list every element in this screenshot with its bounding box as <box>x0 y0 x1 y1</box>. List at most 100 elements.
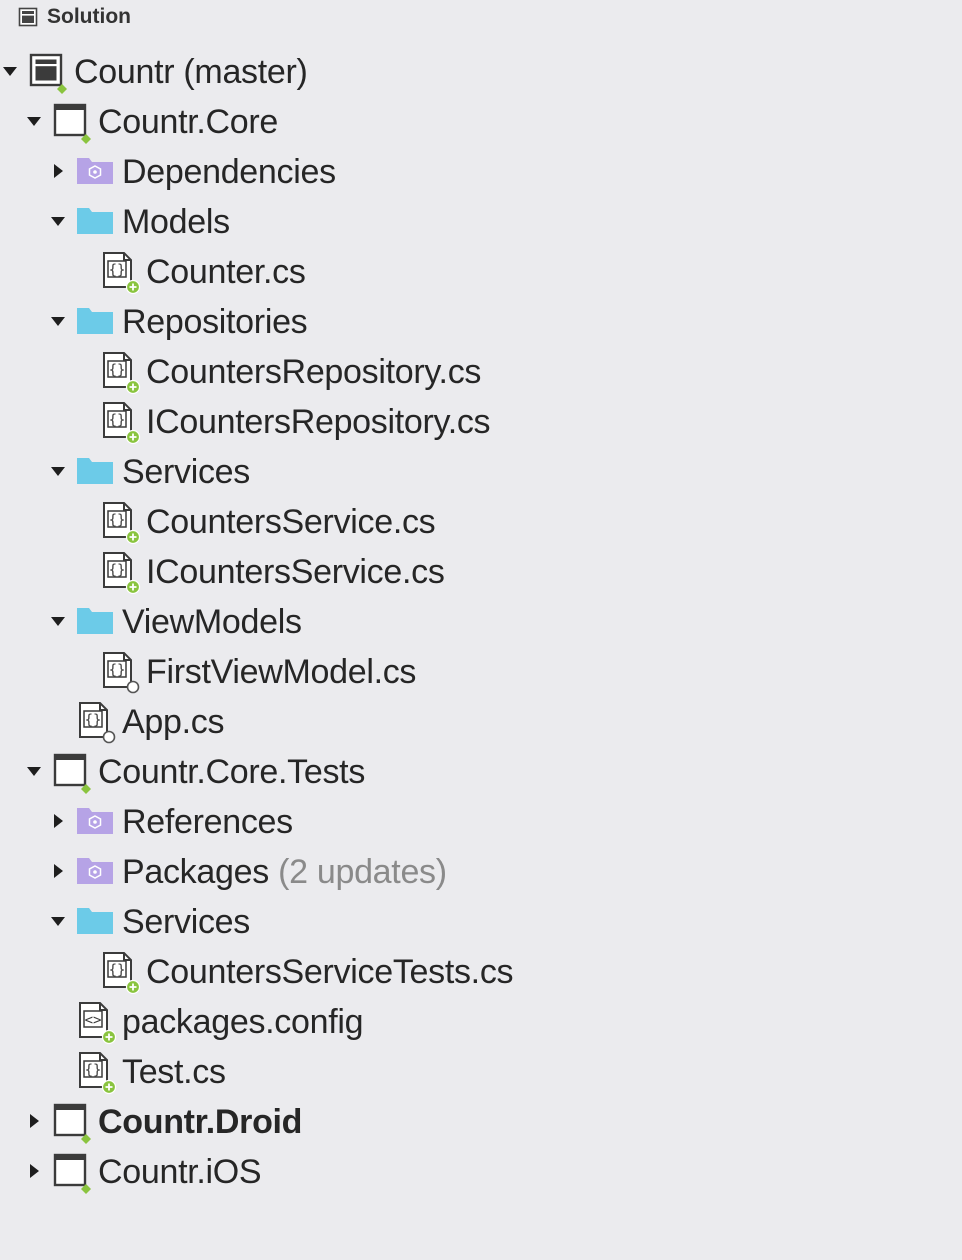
node-name: References <box>122 803 293 841</box>
node-name: Services <box>122 903 250 941</box>
project-icon <box>52 1152 92 1194</box>
tree-node-tests-packages[interactable]: Packages (2 updates) <box>0 846 962 896</box>
tree-node-core-viewmodels[interactable]: ViewModels <box>0 596 962 646</box>
chevron-down-icon[interactable] <box>48 611 68 631</box>
node-name: Countr.Core.Tests <box>98 753 366 791</box>
folder-icon <box>76 902 116 942</box>
folder-icon <box>76 302 116 342</box>
tree-node-label: Countr.Core <box>98 100 278 144</box>
node-name: Countr.Core <box>98 103 279 141</box>
tree-node-label: Models <box>122 200 230 244</box>
tree-node-tests-services[interactable]: Services <box>0 896 962 946</box>
tree-node-label: Test.cs <box>122 1050 226 1094</box>
svg-text:{}: {} <box>85 713 102 729</box>
node-name: Services <box>122 453 250 491</box>
special-folder-icon <box>76 152 116 192</box>
svg-text:{}: {} <box>109 563 126 579</box>
tree-node-label: ICountersService.cs <box>146 550 445 594</box>
chevron-down-icon[interactable] <box>48 911 68 931</box>
node-name: Counter.cs <box>146 253 306 291</box>
tree-node-firstviewmodel-cs[interactable]: {} FirstViewModel.cs <box>0 646 962 696</box>
project-icon <box>52 1102 92 1144</box>
special-folder-icon <box>76 802 116 842</box>
tree-node-counter-cs[interactable]: {} Counter.cs <box>0 246 962 296</box>
tree-node-test-cs[interactable]: {} Test.cs <box>0 1046 962 1096</box>
node-name: ICountersRepository.cs <box>146 403 491 441</box>
csharp-file-icon: {} <box>100 400 141 445</box>
tree-node-label: Services <box>122 450 250 494</box>
csharp-file-icon: {} <box>76 700 116 744</box>
chevron-down-icon[interactable] <box>24 111 44 131</box>
chevron-down-icon[interactable] <box>48 461 68 481</box>
special-folder-icon <box>76 852 116 892</box>
project-icon <box>52 752 92 794</box>
tree-node-core-repositories[interactable]: Repositories <box>0 296 962 346</box>
chevron-right-icon[interactable] <box>48 861 68 881</box>
chevron-down-icon[interactable] <box>48 311 68 331</box>
tree-node-label: packages.config <box>122 1000 364 1044</box>
tree-node-countr-droid[interactable]: Countr.Droid <box>0 1096 962 1146</box>
folder-icon <box>76 202 116 242</box>
solution-pad-icon <box>18 7 38 27</box>
node-name: Dependencies <box>122 153 336 191</box>
tree-node-countersservice-cs[interactable]: {} CountersService.cs <box>0 496 962 546</box>
tree-node-countr-ios[interactable]: Countr.iOS <box>0 1146 962 1196</box>
tree-node-core-models[interactable]: Models <box>0 196 962 246</box>
tree-node-label: ViewModels <box>122 600 302 644</box>
csharp-file-icon: {} <box>100 650 140 694</box>
solution-tree: Countr (master) Countr.Core Dependencies Mo… <box>0 46 962 1196</box>
tree-node-label: Repositories <box>122 300 308 344</box>
svg-text:{}: {} <box>109 413 126 429</box>
node-name: CountersServiceTests.cs <box>146 953 514 991</box>
folder-icon <box>76 452 116 492</box>
node-name: Test.cs <box>122 1053 226 1091</box>
chevron-down-icon[interactable] <box>24 761 44 781</box>
tree-node-label: Counter.cs <box>146 250 306 294</box>
svg-text:{}: {} <box>109 263 126 279</box>
tree-node-label: App.cs <box>122 700 224 744</box>
svg-text:{}: {} <box>109 663 126 679</box>
csharp-file-icon: {} <box>100 550 141 595</box>
node-name: CountersRepository.cs <box>146 353 482 391</box>
tree-node-solution[interactable]: Countr (master) <box>0 46 962 96</box>
tree-node-label: ICountersRepository.cs <box>146 400 491 444</box>
tree-node-core-services[interactable]: Services <box>0 446 962 496</box>
node-name: packages.config <box>122 1003 364 1041</box>
chevron-right-icon[interactable] <box>48 811 68 831</box>
tree-node-app-cs[interactable]: {} App.cs <box>0 696 962 746</box>
chevron-down-icon[interactable] <box>48 211 68 231</box>
csharp-file-icon: {} <box>100 500 141 545</box>
node-name: ViewModels <box>122 603 302 641</box>
svg-text:{}: {} <box>109 963 126 979</box>
tree-node-label: Packages (2 updates) <box>122 850 447 894</box>
tree-node-label: References <box>122 800 293 844</box>
svg-text:{}: {} <box>85 1063 102 1079</box>
tree-node-countr-core-tests[interactable]: Countr.Core.Tests <box>0 746 962 796</box>
node-name: FirstViewModel.cs <box>146 653 417 691</box>
chevron-right-icon[interactable] <box>48 161 68 181</box>
chevron-right-icon[interactable] <box>24 1161 44 1181</box>
tree-node-countr-core[interactable]: Countr.Core <box>0 96 962 146</box>
csharp-file-icon: {} <box>100 350 141 395</box>
tree-node-icountersrepository-cs[interactable]: {} ICountersRepository.cs <box>0 396 962 446</box>
node-name: ICountersService.cs <box>146 553 445 591</box>
node-name: Repositories <box>122 303 308 341</box>
node-name: Packages <box>122 853 269 891</box>
chevron-right-icon[interactable] <box>24 1111 44 1131</box>
tree-node-tests-references[interactable]: References <box>0 796 962 846</box>
node-name: CountersService.cs <box>146 503 436 541</box>
tree-node-label: Dependencies <box>122 150 336 194</box>
chevron-down-icon[interactable] <box>0 61 20 81</box>
node-name: App.cs <box>122 703 225 741</box>
tree-node-icountersservice-cs[interactable]: {} ICountersService.cs <box>0 546 962 596</box>
solution-icon <box>28 52 68 94</box>
tree-node-packages-config[interactable]: <> packages.config <box>0 996 962 1046</box>
tree-node-label: CountersRepository.cs <box>146 350 481 394</box>
csharp-file-icon: {} <box>76 1050 117 1095</box>
tree-node-countersrepository-cs[interactable]: {} CountersRepository.cs <box>0 346 962 396</box>
tree-node-core-dependencies[interactable]: Dependencies <box>0 146 962 196</box>
node-name: Countr (master) <box>74 53 308 91</box>
xml-file-icon: <> <box>76 1000 117 1045</box>
svg-text:{}: {} <box>109 513 126 529</box>
tree-node-countersservicetests-cs[interactable]: {} CountersServiceTests.cs <box>0 946 962 996</box>
